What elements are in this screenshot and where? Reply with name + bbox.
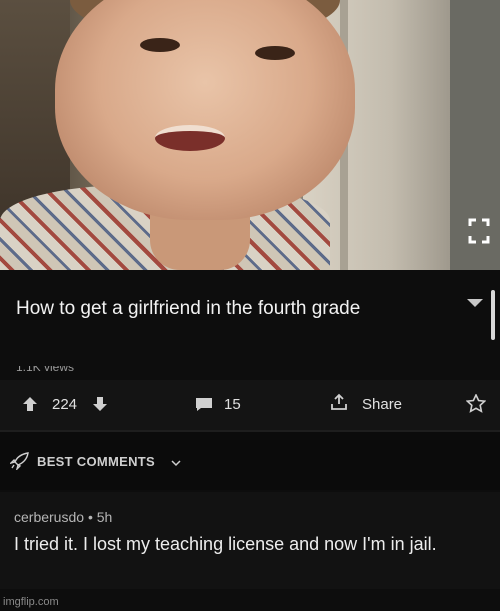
sort-dropdown[interactable]: BEST COMMENTS: [37, 454, 155, 469]
video-player[interactable]: [0, 0, 500, 270]
video-subject-face: [55, 0, 355, 220]
rocket-icon: [10, 452, 29, 470]
video-subject-eye-left: [140, 38, 180, 52]
share-icon[interactable]: [330, 393, 348, 411]
upvote-icon[interactable]: [22, 396, 38, 412]
comment-age: 5h: [96, 509, 113, 525]
scrollbar[interactable]: [491, 290, 495, 340]
downvote-icon[interactable]: [92, 396, 108, 412]
view-count-text: 1.1K views: [16, 366, 75, 374]
comment-author[interactable]: cerberusdo: [14, 509, 84, 525]
comment-body: I tried it. I lost my teaching license a…: [14, 534, 437, 554]
post-title[interactable]: How to get a girlfriend in the fourth gr…: [16, 294, 426, 324]
award-icon[interactable]: [466, 394, 486, 414]
video-subject-mouth: [155, 125, 225, 151]
score: 224: [52, 396, 78, 413]
fullscreen-icon[interactable]: [468, 218, 490, 244]
chevron-down-icon[interactable]: [171, 460, 181, 467]
watermark: imgflip.com: [3, 596, 59, 608]
expand-icon[interactable]: [466, 298, 484, 308]
comment-count[interactable]: 15: [224, 396, 241, 413]
comment-icon[interactable]: [195, 397, 213, 412]
meta-separator: •: [87, 509, 93, 525]
comment-meta: cerberusdo • 5h: [14, 509, 112, 525]
view-count: 1.1K views: [16, 366, 106, 374]
video-subject-eye-right: [255, 46, 295, 60]
footer: [0, 589, 500, 611]
share-button[interactable]: Share: [362, 396, 402, 413]
